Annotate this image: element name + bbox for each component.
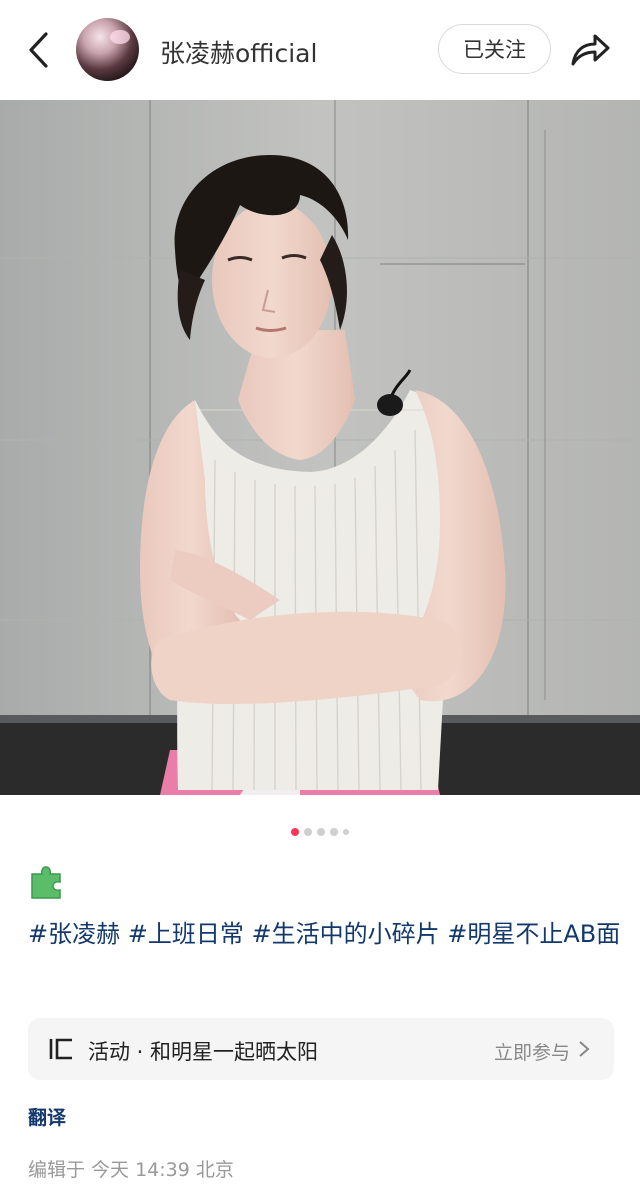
post-time: 今天 14:39 (91, 1159, 196, 1181)
puzzle-piece-icon (31, 866, 61, 899)
hashtag-link[interactable]: #张凌赫 (28, 920, 128, 948)
back-button[interactable] (18, 28, 58, 72)
page-dot[interactable] (291, 828, 299, 836)
page-dot[interactable] (304, 828, 312, 836)
activity-title: 活动 · 和明星一起晒太阳 (88, 1040, 319, 1064)
avatar[interactable] (76, 18, 139, 81)
page-dot[interactable] (330, 828, 338, 836)
hashtag-link[interactable]: #明星不止AB面 (447, 920, 620, 948)
hashtag-link[interactable]: #上班日常 (128, 920, 252, 948)
translate-link[interactable]: 翻译 (28, 1103, 66, 1130)
follow-button[interactable]: 已关注 (438, 24, 551, 74)
post-detail-page: 张凌赫official 已关注 #张凌赫 #上班日常 #生活中的小碎片 #明星不… (0, 0, 640, 1190)
join-activity-link[interactable]: 立即参与 (494, 1038, 570, 1065)
page-dot[interactable] (317, 828, 325, 836)
image-pagination (0, 825, 640, 839)
chevron-right-icon (579, 1041, 590, 1057)
back-arrow-icon (29, 32, 48, 68)
activity-bracket-icon (49, 1038, 72, 1060)
top-bar: 张凌赫official 已关注 (0, 0, 640, 100)
post-meta: 编辑于 今天 14:39 北京 (28, 1155, 234, 1182)
edited-prefix: 编辑于 (28, 1159, 92, 1181)
username[interactable]: 张凌赫official (160, 34, 317, 70)
post-location: 北京 (195, 1159, 234, 1181)
share-button[interactable] (566, 28, 614, 72)
hashtag-list: #张凌赫 #上班日常 #生活中的小碎片 #明星不止AB面 (28, 914, 624, 954)
activity-card[interactable]: 活动 · 和明星一起晒太阳 立即参与 (28, 1018, 614, 1080)
share-arrow-icon (571, 34, 610, 66)
page-dot[interactable] (343, 829, 349, 835)
post-image[interactable] (0, 100, 640, 795)
hashtag-link[interactable]: #生活中的小碎片 (252, 920, 448, 948)
